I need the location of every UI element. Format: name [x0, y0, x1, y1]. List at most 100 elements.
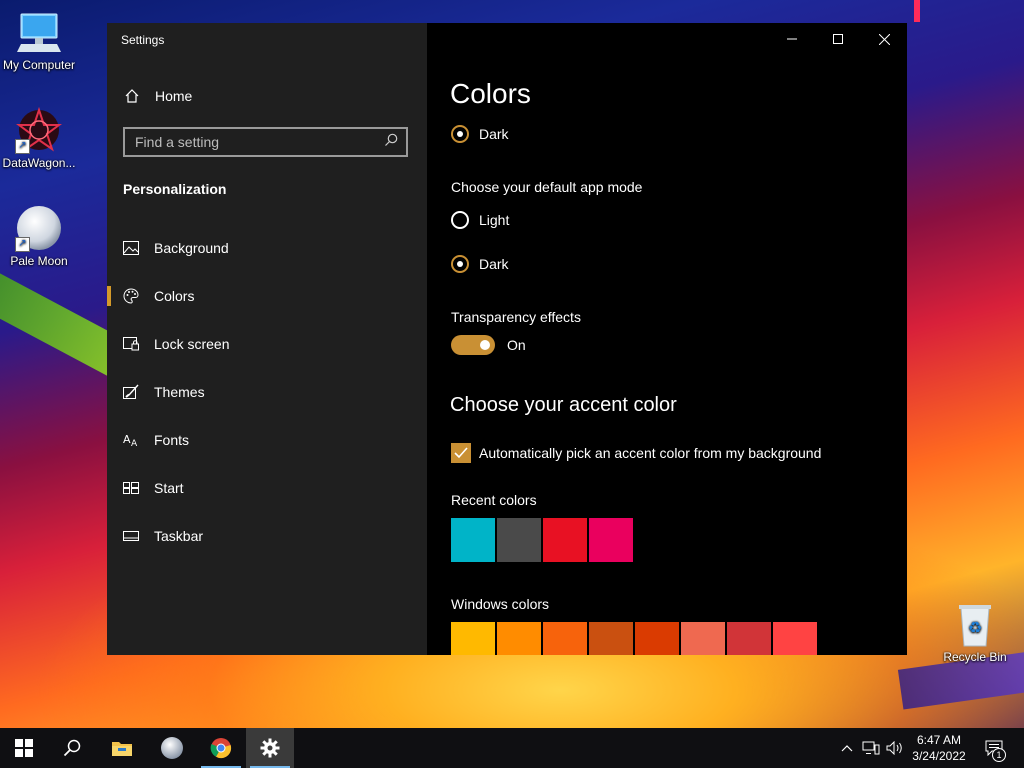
radio-label: Light: [479, 212, 510, 228]
pale-moon-icon: [161, 737, 183, 759]
clock-date: 3/24/2022: [912, 749, 966, 763]
themes-icon: [123, 384, 139, 400]
desktop-icon-label: My Computer: [2, 58, 76, 72]
sidebar-item-taskbar[interactable]: Taskbar: [107, 512, 427, 560]
section-title: Personalization: [123, 181, 227, 197]
app-mode-light-radio[interactable]: Light: [451, 211, 509, 229]
recent-color-swatch[interactable]: [451, 518, 495, 562]
desktop-icon-pale-moon[interactable]: ↗ Pale Moon: [0, 204, 82, 268]
windows-color-swatch[interactable]: [727, 622, 771, 655]
recent-colors-label: Recent colors: [451, 492, 537, 508]
network-icon: [862, 741, 880, 755]
radio-label: Dark: [479, 126, 509, 142]
search-icon: [63, 739, 81, 757]
network-button[interactable]: [860, 728, 882, 768]
windows-color-swatch[interactable]: [635, 622, 679, 655]
sidebar-item-themes[interactable]: Themes: [107, 368, 427, 416]
shortcut-arrow-icon: ↗: [15, 237, 30, 252]
show-hidden-icons-button[interactable]: [838, 728, 856, 768]
recent-color-swatch[interactable]: [497, 518, 541, 562]
toggle-state-label: On: [507, 337, 526, 353]
sidebar-item-start[interactable]: Start: [107, 464, 427, 512]
svg-text:♻: ♻: [968, 618, 982, 637]
checkbox-checked-icon[interactable]: [451, 443, 471, 463]
settings-sidebar: Settings Home Personalization Background: [107, 23, 427, 655]
recent-color-swatch[interactable]: [543, 518, 587, 562]
window-title: Settings: [121, 33, 165, 47]
taskbar-icon: [123, 528, 139, 544]
recycle-bin-icon: ♻: [951, 600, 999, 648]
desktop-icon-label: Recycle Bin: [943, 650, 1007, 664]
volume-icon: [886, 741, 902, 755]
sidebar-item-label: Taskbar: [154, 528, 204, 544]
home-icon: [124, 88, 140, 104]
settings-taskbar-button[interactable]: [246, 728, 294, 768]
auto-accent-checkbox-row[interactable]: Automatically pick an accent color from …: [451, 443, 821, 463]
taskbar-clock[interactable]: 6:47 AM 3/24/2022: [904, 732, 974, 764]
search-icon[interactable]: [384, 133, 398, 152]
taskbar: 6:47 AM 3/24/2022 1: [0, 728, 1024, 768]
search-box[interactable]: [123, 127, 408, 157]
sidebar-item-background[interactable]: Background: [107, 224, 427, 272]
chrome-icon: [210, 738, 232, 759]
start-button[interactable]: [0, 728, 48, 768]
desktop-icon-my-computer[interactable]: My Computer: [0, 8, 82, 72]
chrome-taskbar-button[interactable]: [197, 728, 245, 768]
desktop-icon-recycle-bin[interactable]: ♻ Recycle Bin: [932, 600, 1018, 664]
recent-colors-swatches: [451, 518, 635, 562]
sidebar-item-label: Start: [154, 480, 184, 496]
desktop-icon-label: Pale Moon: [10, 254, 68, 268]
image-icon: [123, 240, 139, 256]
windows-logo-icon: [15, 739, 33, 757]
sidebar-item-label: Themes: [154, 384, 205, 400]
sidebar-nav: Background Colors Lock screen Themes A A…: [107, 224, 427, 560]
sidebar-item-label: Colors: [154, 288, 195, 304]
settings-icon: [260, 738, 280, 758]
chevron-up-icon: [841, 745, 853, 752]
pale-moon-taskbar-button[interactable]: [148, 728, 196, 768]
desktop-icon-datawagon[interactable]: ↗ DataWagon...: [0, 106, 82, 170]
sidebar-item-label: Lock screen: [154, 336, 230, 352]
pale-moon-icon: ↗: [15, 204, 63, 252]
windows-color-swatch[interactable]: [681, 622, 725, 655]
desktop-icon-label: DataWagon...: [2, 156, 76, 170]
app-mode-label: Choose your default app mode: [451, 179, 643, 195]
windows-mode-dark-radio[interactable]: Dark: [451, 125, 509, 143]
search-input[interactable]: [135, 134, 365, 150]
windows-color-swatch[interactable]: [589, 622, 633, 655]
sidebar-item-colors[interactable]: Colors: [107, 272, 427, 320]
transparency-toggle[interactable]: [451, 335, 495, 355]
recent-color-swatch[interactable]: [589, 518, 633, 562]
file-explorer-button[interactable]: [98, 728, 146, 768]
shortcut-arrow-icon: ↗: [15, 139, 30, 154]
windows-color-swatch[interactable]: [773, 622, 817, 655]
sidebar-item-home[interactable]: Home: [107, 83, 427, 109]
palette-icon: [123, 288, 139, 304]
volume-button[interactable]: [884, 728, 906, 768]
sidebar-item-lock-screen[interactable]: Lock screen: [107, 320, 427, 368]
settings-window: Settings Home Personalization Background: [107, 23, 907, 655]
sidebar-item-fonts[interactable]: AA Fonts: [107, 416, 427, 464]
lock-screen-icon: [123, 336, 139, 352]
notification-count-badge: 1: [992, 748, 1006, 762]
fonts-icon: AA: [123, 432, 139, 448]
radio-unselected-icon: [451, 211, 469, 229]
clock-time: 6:47 AM: [916, 733, 962, 747]
transparency-toggle-row: On: [451, 335, 526, 355]
colors-page: Colors Dark Choose your default app mode…: [427, 23, 907, 655]
windows-color-swatch[interactable]: [543, 622, 587, 655]
computer-icon: [15, 8, 63, 56]
windows-color-swatch[interactable]: [451, 622, 495, 655]
file-explorer-icon: [112, 742, 132, 756]
svg-text:A: A: [131, 439, 138, 448]
app-mode-dark-radio[interactable]: Dark: [451, 255, 509, 273]
accent-heading: Choose your accent color: [450, 394, 677, 416]
radio-label: Dark: [479, 256, 509, 272]
checkbox-label: Automatically pick an accent color from …: [479, 445, 822, 461]
action-center-button[interactable]: 1: [980, 728, 1008, 768]
sidebar-item-label: Fonts: [154, 432, 190, 448]
windows-colors-swatches: [451, 622, 819, 655]
home-label: Home: [155, 88, 193, 104]
windows-color-swatch[interactable]: [497, 622, 541, 655]
search-button[interactable]: [48, 728, 96, 768]
